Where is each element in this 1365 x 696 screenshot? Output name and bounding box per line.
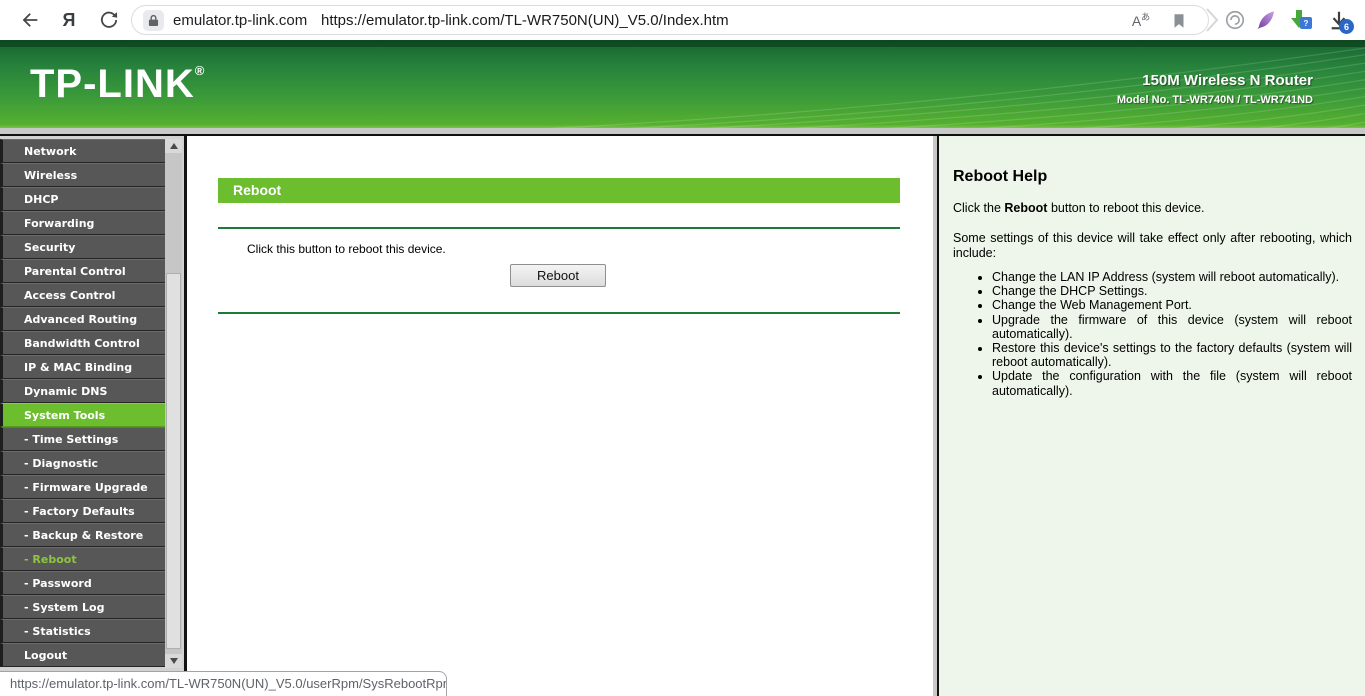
help-paragraph-1: Click the Reboot button to reboot this d… xyxy=(953,201,1205,215)
sidebar-item-bandwidth-control[interactable]: Bandwidth Control xyxy=(0,331,165,355)
sidebar-item-label: System Tools xyxy=(24,408,106,422)
sidebar-item-logout[interactable]: Logout xyxy=(0,643,165,667)
green-rule-bottom xyxy=(218,312,900,314)
sidebar-item-security[interactable]: Security xyxy=(0,235,165,259)
sidebar-item-label: - Backup & Restore xyxy=(24,528,144,542)
green-rule-top xyxy=(218,227,900,229)
yandex-icon[interactable]: Я xyxy=(56,7,82,33)
sidebar-item-network[interactable]: Network xyxy=(0,139,165,163)
sidebar-item-diagnostic[interactable]: - Diagnostic xyxy=(0,451,165,475)
sidebar-item-system-tools[interactable]: System Tools xyxy=(0,403,165,427)
banner-top-strip xyxy=(0,40,1365,47)
help-bullet: Change the DHCP Settings. xyxy=(992,284,1352,298)
model-number: Model No. TL-WR740N / TL-WR741ND xyxy=(1116,94,1313,106)
sidebar-item-backup-restore[interactable]: - Backup & Restore xyxy=(0,523,165,547)
tplink-logo: TP-LINK® xyxy=(30,62,205,106)
sidebar-item-label: Forwarding xyxy=(24,216,95,230)
sidebar-item-advanced-routing[interactable]: Advanced Routing xyxy=(0,307,165,331)
reload-icon[interactable] xyxy=(96,7,122,33)
extension-swirl-icon[interactable] xyxy=(1222,7,1248,33)
main-content: Reboot Click this button to reboot this … xyxy=(187,136,933,696)
banner-product-info: 150M Wireless N Router Model No. TL-WR74… xyxy=(1117,72,1313,106)
sidebar-item-label: - Password xyxy=(24,576,92,590)
sidebar-item-time-settings[interactable]: - Time Settings xyxy=(0,427,165,451)
sidebar-item-factory-defaults[interactable]: - Factory Defaults xyxy=(0,499,165,523)
downloads-badge: 6 xyxy=(1339,19,1354,34)
sidebar-item-wireless[interactable]: Wireless xyxy=(0,163,165,187)
sidebar-item-label: Parental Control xyxy=(24,264,126,278)
sidebar-item-firmware-upgrade[interactable]: - Firmware Upgrade xyxy=(0,475,165,499)
address-bar[interactable]: emulator.tp-link.com https://emulator.tp… xyxy=(131,5,1209,35)
sidebar-item-label: IP & MAC Binding xyxy=(24,360,133,374)
sidebar-item-label: Bandwidth Control xyxy=(24,336,140,350)
sidebar-item-ip-mac-binding[interactable]: IP & MAC Binding xyxy=(0,355,165,379)
address-bar-url: https://emulator.tp-link.com/TL-WR750N(U… xyxy=(321,12,729,29)
sidebar-item-label: Network xyxy=(24,144,77,158)
sidebar-item-statistics[interactable]: - Statistics xyxy=(0,619,165,643)
address-bar-domain: emulator.tp-link.com xyxy=(173,12,308,29)
sidebar-item-label: - System Log xyxy=(24,600,105,614)
translate-icon[interactable]: Aあ xyxy=(1126,10,1156,32)
sidebar-item-label: Access Control xyxy=(24,288,116,302)
tplink-banner: TP-LINK® 150M Wireless N Router Model No… xyxy=(0,40,1365,128)
section-header-bar: Reboot xyxy=(218,178,900,203)
help-bullet-list: Change the LAN IP Address (system will r… xyxy=(953,270,1352,398)
sidebar-item-system-log[interactable]: - System Log xyxy=(0,595,165,619)
sidebar-scrollbar[interactable] xyxy=(165,139,182,668)
extension-savefrom-icon[interactable]: ? xyxy=(1284,7,1314,33)
sidebar-item-dynamic-dns[interactable]: Dynamic DNS xyxy=(0,379,165,403)
scrollbar-thumb[interactable] xyxy=(166,273,181,649)
sidebar-item-reboot[interactable]: - Reboot xyxy=(0,547,165,571)
sidebar-item-label: Advanced Routing xyxy=(24,312,138,326)
sidebar-item-access-control[interactable]: Access Control xyxy=(0,283,165,307)
sidebar-item-label: - Reboot xyxy=(24,552,77,566)
help-bullet: Change the Web Management Port. xyxy=(992,298,1352,312)
sidebar: Network Wireless DHCP Forwarding Security Par… xyxy=(0,136,184,696)
sidebar-item-parental-control[interactable]: Parental Control xyxy=(0,259,165,283)
scrollbar-down-arrow[interactable] xyxy=(165,654,182,668)
help-bullet: Change the LAN IP Address (system will r… xyxy=(992,270,1352,284)
help-bullet: Upgrade the firmware of this device (sys… xyxy=(992,313,1352,341)
bookmark-icon[interactable] xyxy=(1170,10,1190,32)
sidebar-item-label: Security xyxy=(24,240,76,254)
sidebar-item-label: - Diagnostic xyxy=(24,456,99,470)
reboot-description: Click this button to reboot this device. xyxy=(247,242,446,256)
extension-feather-icon[interactable] xyxy=(1252,7,1278,33)
scrollbar-up-arrow[interactable] xyxy=(165,139,182,153)
downloads-icon[interactable]: 6 xyxy=(1324,7,1354,34)
sidebar-item-label: - Factory Defaults xyxy=(24,504,135,518)
reboot-button[interactable]: Reboot xyxy=(510,264,606,287)
section-title: Reboot xyxy=(233,182,282,198)
sidebar-item-label: - Time Settings xyxy=(24,432,119,446)
back-icon[interactable] xyxy=(17,7,43,33)
product-name: 150M Wireless N Router xyxy=(1142,72,1313,89)
browser-toolbar: Я emulator.tp-link.com https://emulator.… xyxy=(0,0,1365,40)
sidebar-item-label: Logout xyxy=(24,648,68,662)
help-bullet: Restore this device's settings to the fa… xyxy=(992,341,1352,369)
sidebar-item-label: DHCP xyxy=(24,192,59,206)
sidebar-item-dhcp[interactable]: DHCP xyxy=(0,187,165,211)
sidebar-item-label: - Firmware Upgrade xyxy=(24,480,148,494)
sidebar-item-password[interactable]: - Password xyxy=(0,571,165,595)
sidebar-menu: Network Wireless DHCP Forwarding Security Par… xyxy=(0,139,165,667)
help-panel: Reboot Help Click the Reboot button to r… xyxy=(939,136,1365,696)
sidebar-item-label: Dynamic DNS xyxy=(24,384,108,398)
sidebar-item-label: Wireless xyxy=(24,168,78,182)
lock-icon[interactable] xyxy=(143,10,164,31)
savefrom-badge: ? xyxy=(1300,17,1312,29)
help-paragraph-2: Some settings of this device will take e… xyxy=(953,231,1352,260)
help-bullet: Update the configuration with the file (… xyxy=(992,369,1352,397)
sidebar-item-forwarding[interactable]: Forwarding xyxy=(0,211,165,235)
sidebar-item-label: - Statistics xyxy=(24,624,91,638)
status-bar-url: https://emulator.tp-link.com/TL-WR750N(U… xyxy=(0,671,447,696)
help-title: Reboot Help xyxy=(953,168,1048,185)
